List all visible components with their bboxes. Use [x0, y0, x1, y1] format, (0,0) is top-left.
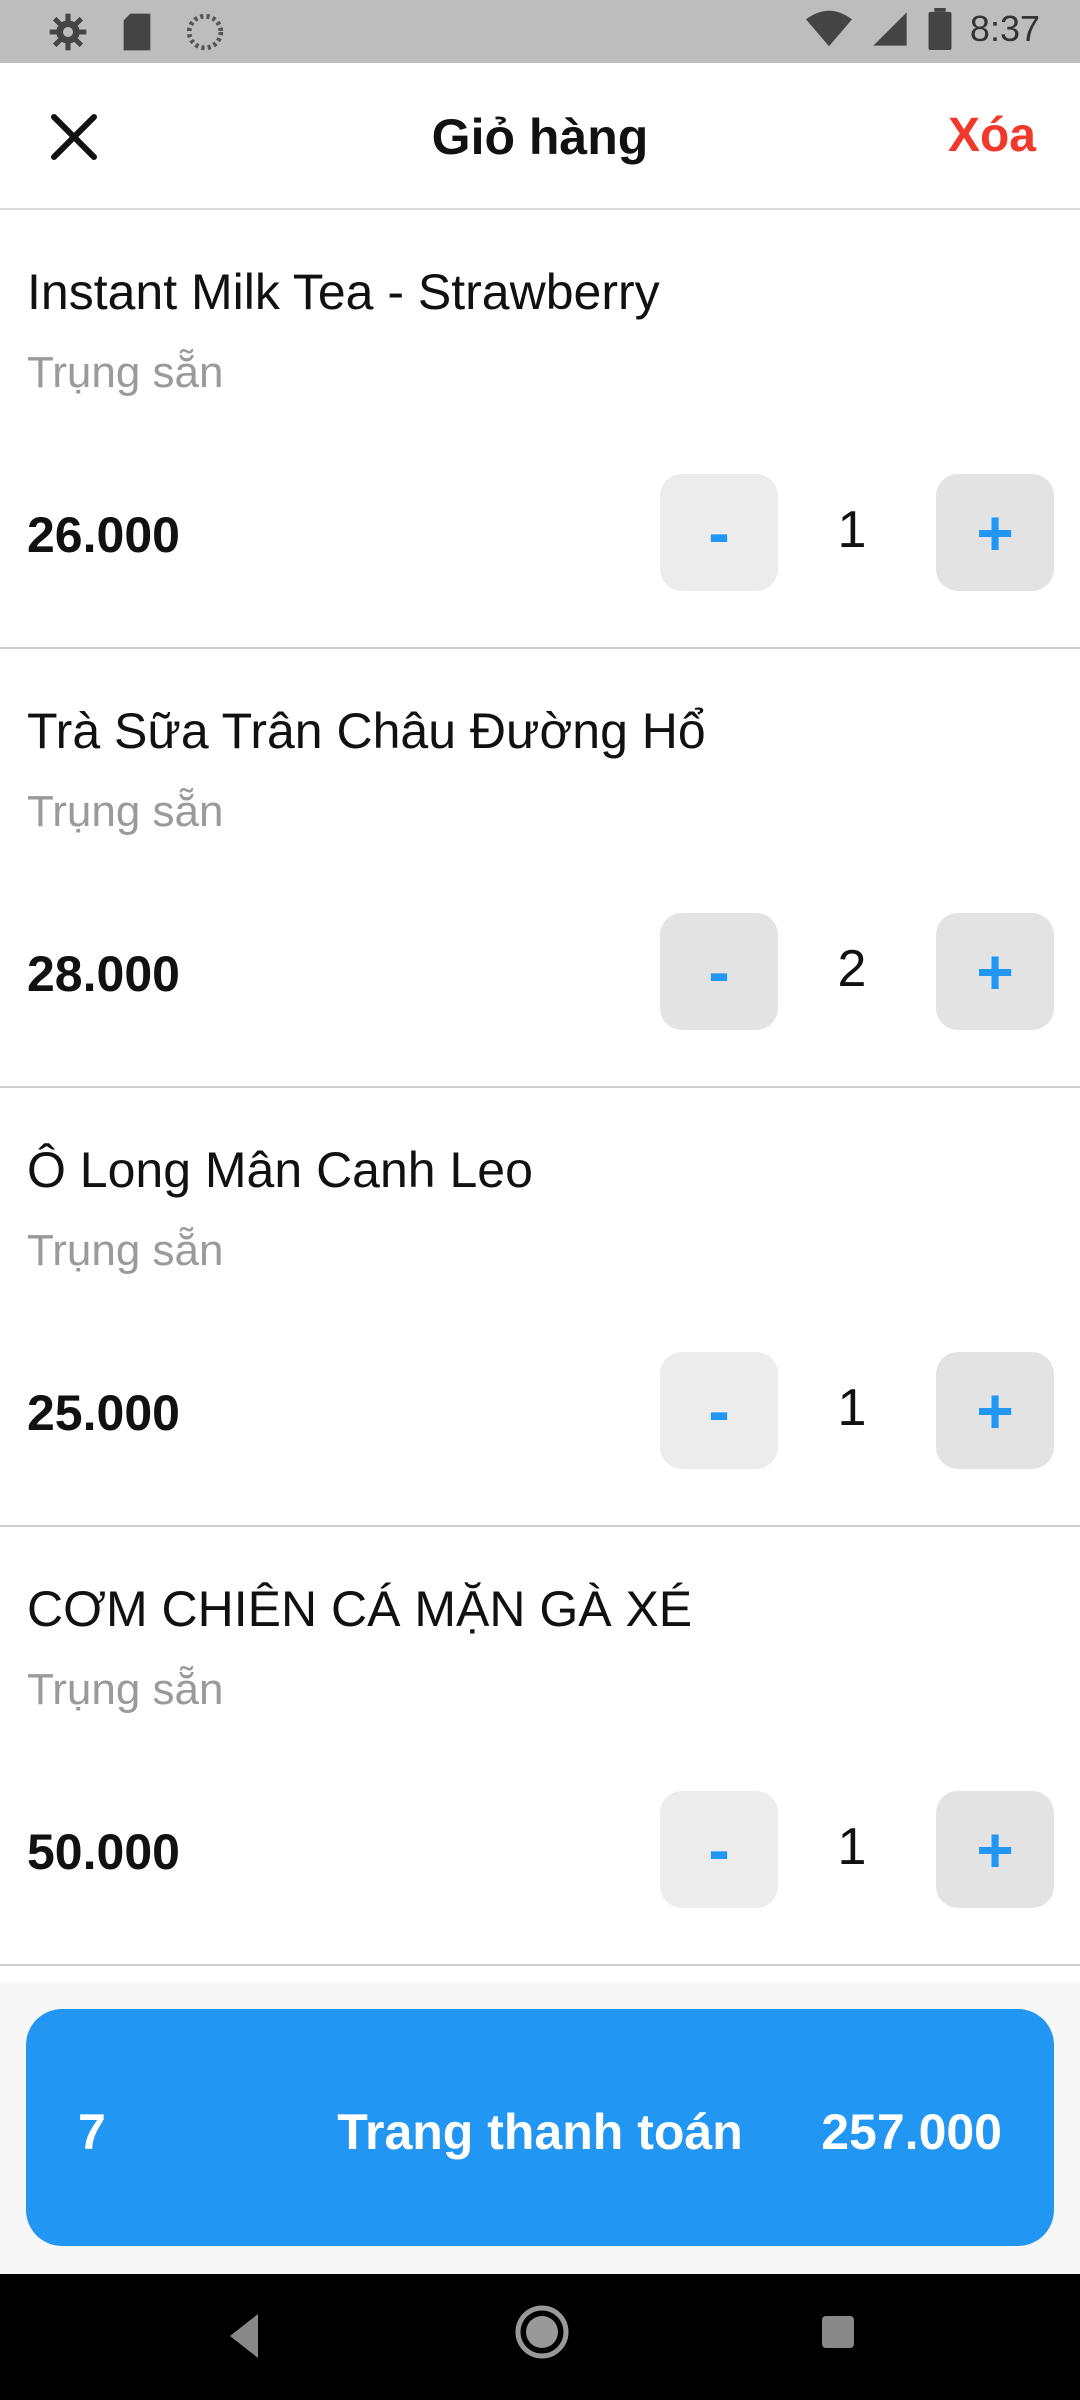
item-quantity: 1 — [837, 1818, 867, 1876]
item-quantity: 1 — [837, 1379, 867, 1437]
item-name: Trà Sữa Trân Châu Đường Hổ — [27, 703, 706, 759]
recents-icon[interactable] — [820, 2314, 856, 2350]
item-status: Trụng sẵn — [27, 1665, 224, 1714]
system-nav-bar — [0, 2274, 1080, 2400]
checkout-bar: 7 Trang thanh toán 257.000 — [0, 1982, 1080, 2274]
item-price: 28.000 — [27, 946, 180, 1002]
wifi-icon — [805, 10, 852, 47]
cart-list: Instant Milk Tea - Strawberry Trụng sẵn … — [0, 210, 1080, 1966]
decrease-quantity-button[interactable]: - — [660, 913, 778, 1030]
loading-icon — [186, 13, 224, 51]
item-status: Trụng sẵn — [27, 348, 224, 397]
item-price: 25.000 — [27, 1385, 180, 1441]
increase-quantity-button[interactable]: + — [936, 913, 1054, 1030]
app-bar: Giỏ hàng Xóa — [0, 63, 1080, 210]
increase-quantity-button[interactable]: + — [936, 474, 1054, 591]
item-name: Ô Long Mân Canh Leo — [27, 1142, 533, 1198]
cart-item: Instant Milk Tea - Strawberry Trụng sẵn … — [0, 210, 1080, 649]
home-icon[interactable] — [514, 2304, 570, 2360]
signal-icon — [873, 12, 907, 46]
cart-item: Ô Long Mân Canh Leo Trụng sẵn 25.000 - 1… — [0, 1088, 1080, 1527]
item-price: 50.000 — [27, 1824, 180, 1880]
cart-total: 257.000 — [821, 2104, 1002, 2160]
checkout-button[interactable]: 7 Trang thanh toán 257.000 — [26, 2009, 1054, 2246]
settings-icon — [49, 13, 87, 51]
item-status: Trụng sẵn — [27, 1226, 224, 1275]
back-icon[interactable] — [222, 2306, 262, 2366]
battery-icon — [928, 8, 952, 50]
item-status: Trụng sẵn — [27, 787, 224, 836]
increase-quantity-button[interactable]: + — [936, 1791, 1054, 1908]
item-price: 26.000 — [27, 507, 180, 563]
decrease-quantity-button[interactable]: - — [660, 1352, 778, 1469]
decrease-quantity-button[interactable]: - — [660, 474, 778, 591]
page-title: Giỏ hàng — [431, 109, 649, 165]
cart-item: CƠM CHIÊN CÁ MẶN GÀ XÉ Trụng sẵn 50.000 … — [0, 1527, 1080, 1966]
clear-cart-button[interactable]: Xóa — [948, 108, 1036, 163]
status-bar: 8:37 — [0, 0, 1080, 63]
clock: 8:37 — [969, 8, 1040, 49]
item-quantity: 2 — [837, 940, 867, 998]
cart-item: Trà Sữa Trân Châu Đường Hổ Trụng sẵn 28.… — [0, 649, 1080, 1088]
item-name: Instant Milk Tea - Strawberry — [27, 264, 660, 320]
item-quantity: 1 — [837, 501, 867, 559]
item-name: CƠM CHIÊN CÁ MẶN GÀ XÉ — [27, 1581, 693, 1637]
decrease-quantity-button[interactable]: - — [660, 1791, 778, 1908]
increase-quantity-button[interactable]: + — [936, 1352, 1054, 1469]
sd-card-icon — [123, 13, 151, 51]
